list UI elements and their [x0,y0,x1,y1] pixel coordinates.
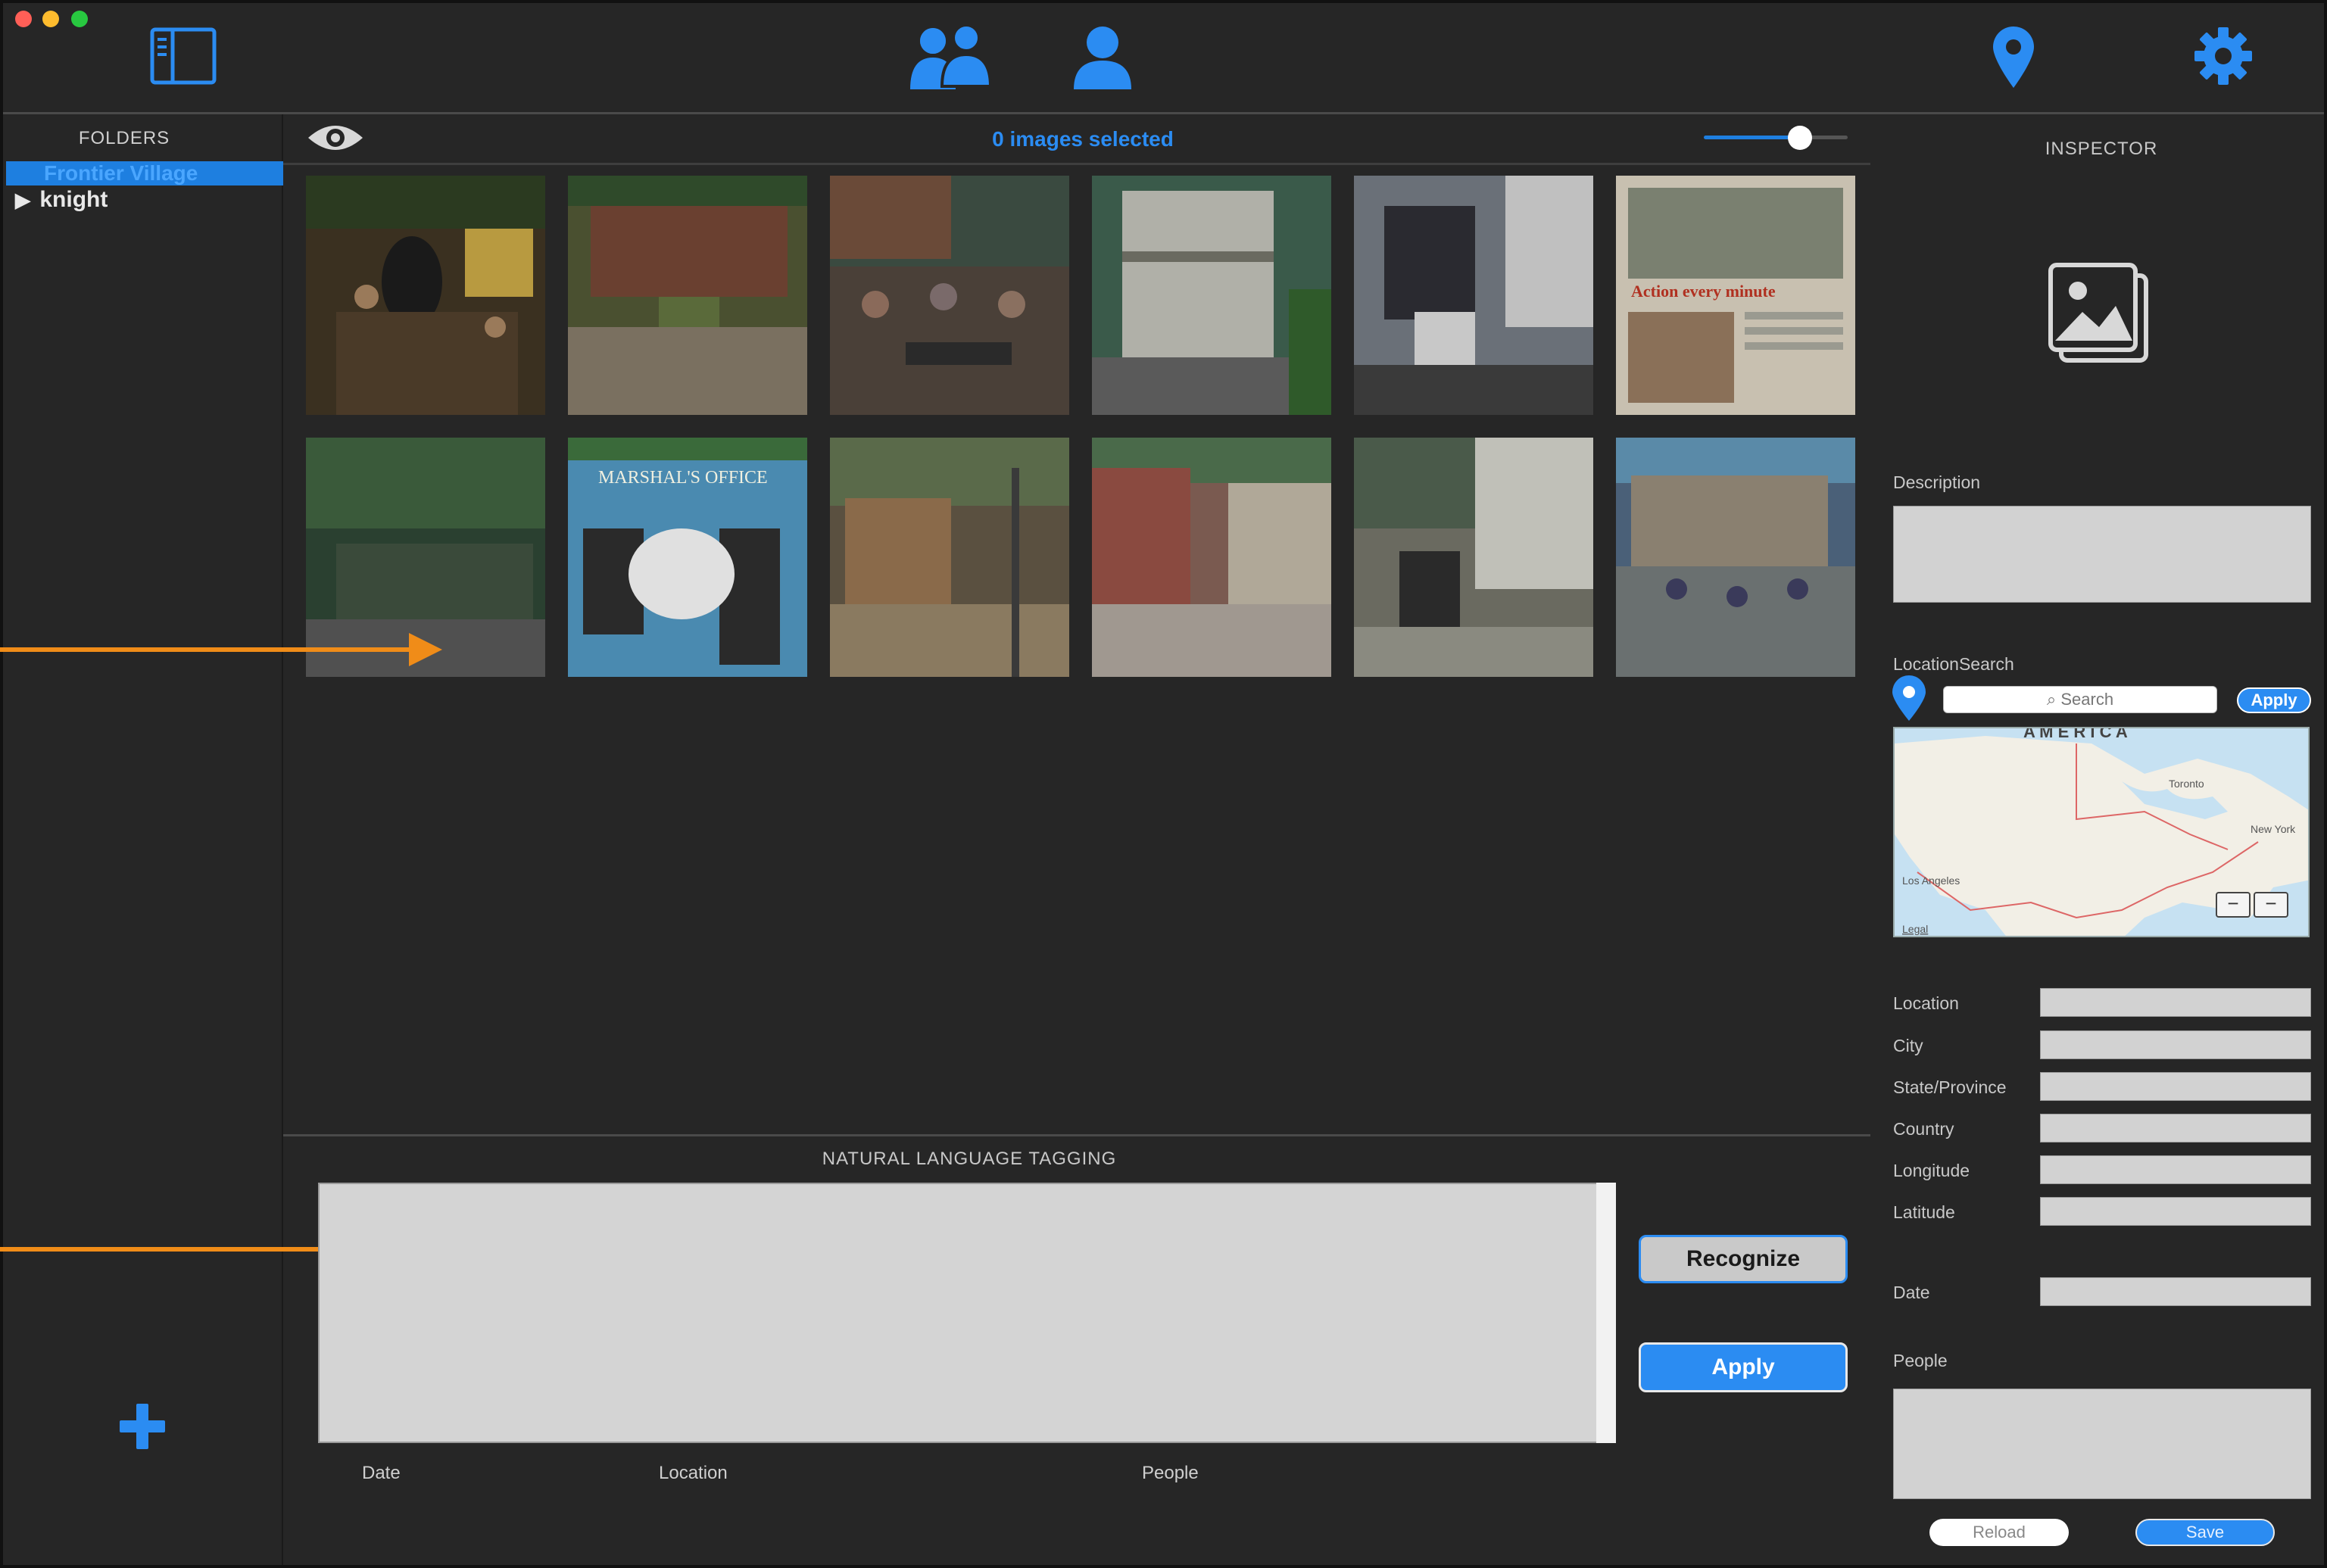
annotation-arrow [0,647,415,652]
tagging-divider [283,1134,1870,1136]
longitude-field[interactable] [2040,1155,2311,1184]
map-city-label: New York [2251,823,2296,835]
image-thumbnail[interactable] [1354,176,1593,415]
image-thumbnail[interactable] [830,176,1069,415]
location-field[interactable] [2040,988,2311,1017]
apply-tags-button[interactable]: Apply [1639,1342,1848,1392]
map-city-label: Los Angeles [1902,874,1960,887]
location-pin-icon [1890,675,1928,722]
image-thumbnail[interactable] [1092,176,1331,415]
people-label: People [1893,1351,1948,1370]
country-label: Country [1893,1119,1954,1139]
people-group-icon[interactable] [906,23,995,92]
annotation-arrow-head [409,633,442,666]
map-zoom-in-button[interactable]: − [2254,892,2288,918]
map-legal-link: Legal [1902,923,1928,935]
image-thumbnail[interactable]: Action every minute [1616,176,1855,415]
image-thumbnail[interactable] [1354,438,1593,677]
location-search-placeholder: Search [2060,690,2114,709]
map-zoom-out-button[interactable]: − [2216,892,2251,918]
eye-icon[interactable] [306,121,365,154]
image-thumbnail[interactable] [306,176,545,415]
recognize-button[interactable]: Recognize [1639,1235,1848,1283]
map-region-label: A M E R I C A [2023,728,2128,741]
inspector-title: INSPECTOR [2045,139,2158,159]
state-province-field[interactable] [2040,1072,2311,1101]
folders-header: FOLDERS [78,128,170,148]
zoom-window-button[interactable] [71,11,88,27]
image-thumbnail[interactable] [1092,438,1331,677]
close-window-button[interactable] [15,11,32,27]
browser-header-divider [283,163,1870,165]
folders-sidebar: FOLDERS Frontier Village ▶ knight [3,114,283,1565]
folder-item-frontier-village[interactable]: Frontier Village [6,161,283,185]
state-province-label: State/Province [1893,1077,2007,1097]
folder-item-label: Frontier Village [44,161,198,185]
date-label: Date [1893,1283,1930,1302]
reload-button[interactable]: Reload [1929,1519,2069,1546]
city-label: City [1893,1036,1923,1055]
minimize-window-button[interactable] [42,11,59,27]
add-folder-button[interactable] [118,1402,167,1451]
image-placeholder-icon [2045,257,2158,371]
image-thumbnail[interactable] [830,438,1069,677]
description-field[interactable] [1893,506,2311,603]
description-label: Description [1893,472,1981,492]
location-search-label: LocationSearch [1893,654,2014,674]
search-icon: ⌕ [2046,690,2057,709]
longitude-label: Longitude [1893,1161,1970,1180]
tagging-column-people: People [1142,1463,1199,1483]
map-city-label: Toronto [2169,778,2204,790]
date-field[interactable] [2040,1277,2311,1306]
toolbar-divider [3,112,2324,114]
latitude-label: Latitude [1893,1202,1955,1222]
image-thumbnail[interactable]: MARSHAL'S OFFICE [568,438,807,677]
selection-count-label: 0 images selected [992,127,1174,151]
image-thumbnail[interactable] [568,176,807,415]
tagging-column-location: Location [659,1463,728,1483]
tagging-scrollbar[interactable] [1596,1183,1616,1443]
folder-item-label: knight [39,187,108,212]
image-thumbnail[interactable] [1616,438,1855,677]
people-field[interactable] [1893,1389,2311,1499]
thumbnail-size-slider-track[interactable] [1704,136,1801,139]
location-map[interactable]: A M E R I C A Toronto Los Angeles New Yo… [1893,727,2310,937]
location-pin-icon[interactable] [1989,24,2038,89]
latitude-field[interactable] [2040,1197,2311,1226]
tagging-text-area[interactable] [318,1183,1616,1443]
folder-item-knight[interactable]: ▶ knight [15,187,108,213]
disclosure-triangle-icon[interactable]: ▶ [15,189,30,211]
location-label: Location [1893,993,1959,1013]
tagging-column-date: Date [362,1463,401,1483]
tagging-title: NATURAL LANGUAGE TAGGING [822,1149,1117,1169]
location-search-apply-button[interactable]: Apply [2237,687,2311,713]
location-search-input[interactable]: ⌕ Search [1943,686,2217,713]
gear-icon[interactable] [2193,26,2254,86]
thumbnail-caption: MARSHAL'S OFFICE [598,468,768,488]
person-icon[interactable] [1071,24,1134,91]
country-field[interactable] [2040,1114,2311,1142]
city-field[interactable] [2040,1030,2311,1059]
thumbnail-caption: Action every minute [1631,282,1776,301]
sidebar-toggle-icon[interactable] [148,26,218,86]
save-button[interactable]: Save [2135,1519,2275,1546]
